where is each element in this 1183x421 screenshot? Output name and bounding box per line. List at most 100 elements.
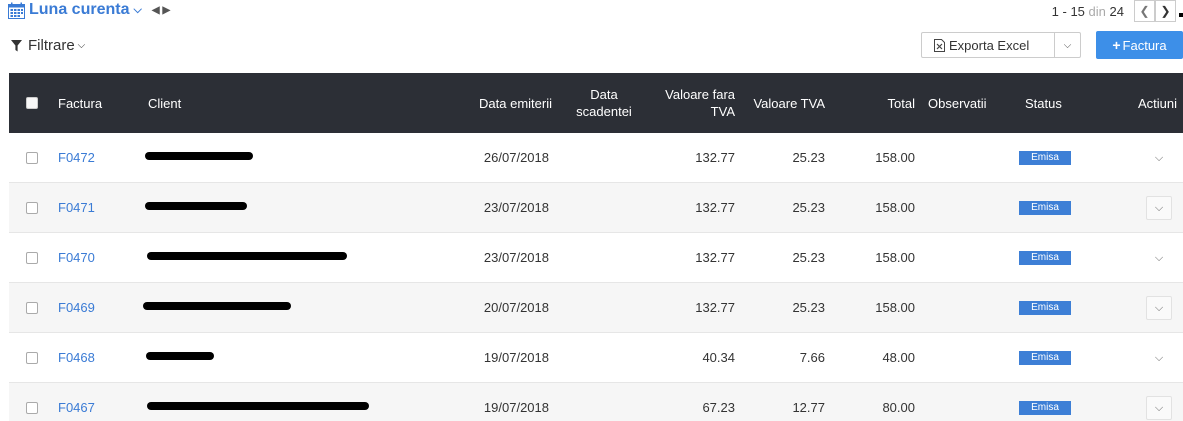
chevron-down-icon: ⌵	[77, 40, 86, 51]
vat-value: 25.23	[792, 300, 825, 315]
invoice-link[interactable]: F0470	[58, 250, 95, 266]
vat-value: 12.77	[792, 400, 825, 415]
value-without-vat: 132.77	[695, 200, 735, 215]
chevron-left-icon: ❮	[1139, 4, 1150, 18]
value-without-vat: 40.34	[702, 350, 735, 365]
table-header: Factura Client Data emiterii Data scaden…	[9, 73, 1183, 133]
header-data-emiterii[interactable]: Data emiterii	[457, 95, 552, 112]
period-nav-arrows-icon[interactable]: ◀▶	[152, 5, 173, 16]
row-checkbox[interactable]	[26, 202, 38, 214]
value-without-vat: 67.23	[702, 400, 735, 415]
chevron-down-icon: ⌵	[1154, 301, 1164, 314]
row-checkbox[interactable]	[26, 152, 38, 164]
invoice-link[interactable]: F0468	[58, 350, 95, 366]
pager-range: 1 - 15	[1051, 3, 1085, 19]
row-checkbox[interactable]	[26, 302, 38, 314]
status-badge: Emisa	[1019, 301, 1071, 315]
issue-date: 20/07/2018	[483, 300, 549, 315]
period-label: Luna curenta	[29, 1, 130, 18]
total-value: 158.00	[875, 300, 915, 315]
status-badge: Emisa	[1019, 401, 1071, 415]
table-row: F0469 20/07/2018 132.77 25.23 158.00 Emi…	[9, 283, 1183, 333]
top-bar: Luna curenta ⌵ ◀▶ 1 - 15 din 24 ❮ ❯	[0, 0, 1183, 24]
row-actions-button[interactable]: ⌵	[1146, 196, 1172, 220]
dot-marker	[1179, 13, 1183, 17]
chevron-down-icon: ⌵	[1154, 351, 1164, 364]
value-without-vat: 132.77	[695, 150, 735, 165]
header-valoare-tva[interactable]: Valoare TVA	[740, 95, 825, 112]
header-data-scadentei-line1: Data	[590, 87, 618, 102]
issue-date: 19/07/2018	[483, 400, 549, 415]
chevron-down-icon: ⌵	[1154, 401, 1164, 414]
pager-info: 1 - 15 din 24	[1052, 4, 1124, 19]
funnel-icon	[11, 39, 22, 51]
row-checkbox[interactable]	[26, 352, 38, 364]
header-status[interactable]: Status	[1025, 95, 1062, 112]
total-value: 80.00	[882, 400, 915, 415]
header-valoare-fara-tva[interactable]: Valoare fara TVA	[650, 86, 735, 120]
table-row: F0471 23/07/2018 132.77 25.23 158.00 Emi…	[9, 183, 1183, 233]
table-body: F0472 26/07/2018 132.77 25.23 158.00 Emi…	[9, 133, 1183, 421]
row-checkbox[interactable]	[26, 402, 38, 414]
issue-date: 19/07/2018	[483, 350, 549, 365]
add-invoice-label: Factura	[1122, 37, 1167, 53]
plus-icon: +	[1112, 37, 1121, 53]
row-checkbox[interactable]	[26, 252, 38, 264]
period-selector[interactable]: Luna curenta ⌵ ◀▶	[8, 1, 173, 19]
issue-date: 23/07/2018	[483, 200, 549, 215]
prev-page-button[interactable]: ❮	[1134, 0, 1155, 22]
add-invoice-button[interactable]: + Factura	[1096, 31, 1183, 59]
total-value: 158.00	[875, 150, 915, 165]
header-total[interactable]: Total	[855, 95, 915, 112]
header-data-scadentei-line2: scadentei	[576, 104, 632, 119]
header-factura[interactable]: Factura	[58, 95, 102, 112]
table-row: F0468 19/07/2018 40.34 7.66 48.00 Emisa …	[9, 333, 1183, 383]
header-data-scadentei[interactable]: Data scadentei	[569, 86, 639, 120]
export-excel-split-button: Exporta Excel ⌵	[921, 32, 1081, 58]
redacted-client-name	[147, 252, 347, 260]
redacted-client-name	[147, 402, 369, 410]
issue-date: 26/07/2018	[483, 150, 549, 165]
filter-label: Filtrare	[28, 37, 75, 54]
row-actions-button[interactable]: ⌵	[1146, 146, 1172, 170]
pager-total: 24	[1109, 3, 1124, 19]
total-value: 158.00	[875, 200, 915, 215]
chevron-right-icon: ❯	[1160, 4, 1171, 18]
invoice-link[interactable]: F0472	[58, 150, 95, 166]
total-value: 158.00	[875, 250, 915, 265]
row-actions-button[interactable]: ⌵	[1146, 246, 1172, 270]
status-badge: Emisa	[1019, 251, 1071, 265]
vat-value: 7.66	[799, 350, 825, 365]
vat-value: 25.23	[792, 150, 825, 165]
total-value: 48.00	[882, 350, 915, 365]
chevron-down-icon: ⌵	[1063, 39, 1072, 51]
value-without-vat: 132.77	[695, 250, 735, 265]
filter-toggle[interactable]: Filtrare ⌵	[11, 37, 85, 54]
invoice-link[interactable]: F0467	[58, 400, 95, 416]
status-badge: Emisa	[1019, 201, 1071, 215]
export-excel-button[interactable]: Exporta Excel	[922, 33, 1054, 57]
status-badge: Emisa	[1019, 151, 1071, 165]
row-actions-button[interactable]: ⌵	[1146, 296, 1172, 320]
calendar-icon	[8, 2, 25, 19]
export-dropdown-button[interactable]: ⌵	[1054, 33, 1080, 57]
pagination: 1 - 15 din 24 ❮ ❯	[1052, 0, 1183, 22]
excel-icon	[934, 38, 945, 52]
chevron-down-icon: ⌵	[1154, 251, 1164, 264]
invoice-link[interactable]: F0469	[58, 300, 95, 316]
row-actions-button[interactable]: ⌵	[1146, 396, 1172, 420]
redacted-client-name	[146, 352, 214, 360]
redacted-client-name	[143, 302, 291, 310]
export-label: Exporta Excel	[949, 37, 1030, 53]
table-row: F0472 26/07/2018 132.77 25.23 158.00 Emi…	[9, 133, 1183, 183]
vat-value: 25.23	[792, 250, 825, 265]
row-actions-button[interactable]: ⌵	[1146, 346, 1172, 370]
next-page-button[interactable]: ❯	[1155, 0, 1176, 22]
select-all-checkbox[interactable]	[26, 97, 38, 109]
chevron-down-icon: ⌵	[1154, 201, 1164, 214]
invoice-link[interactable]: F0471	[58, 200, 95, 216]
header-observatii[interactable]: Observatii	[928, 95, 987, 112]
header-client[interactable]: Client	[148, 95, 181, 112]
header-actiuni: Actiuni	[1138, 96, 1178, 111]
chevron-down-icon: ⌵	[1154, 151, 1164, 164]
